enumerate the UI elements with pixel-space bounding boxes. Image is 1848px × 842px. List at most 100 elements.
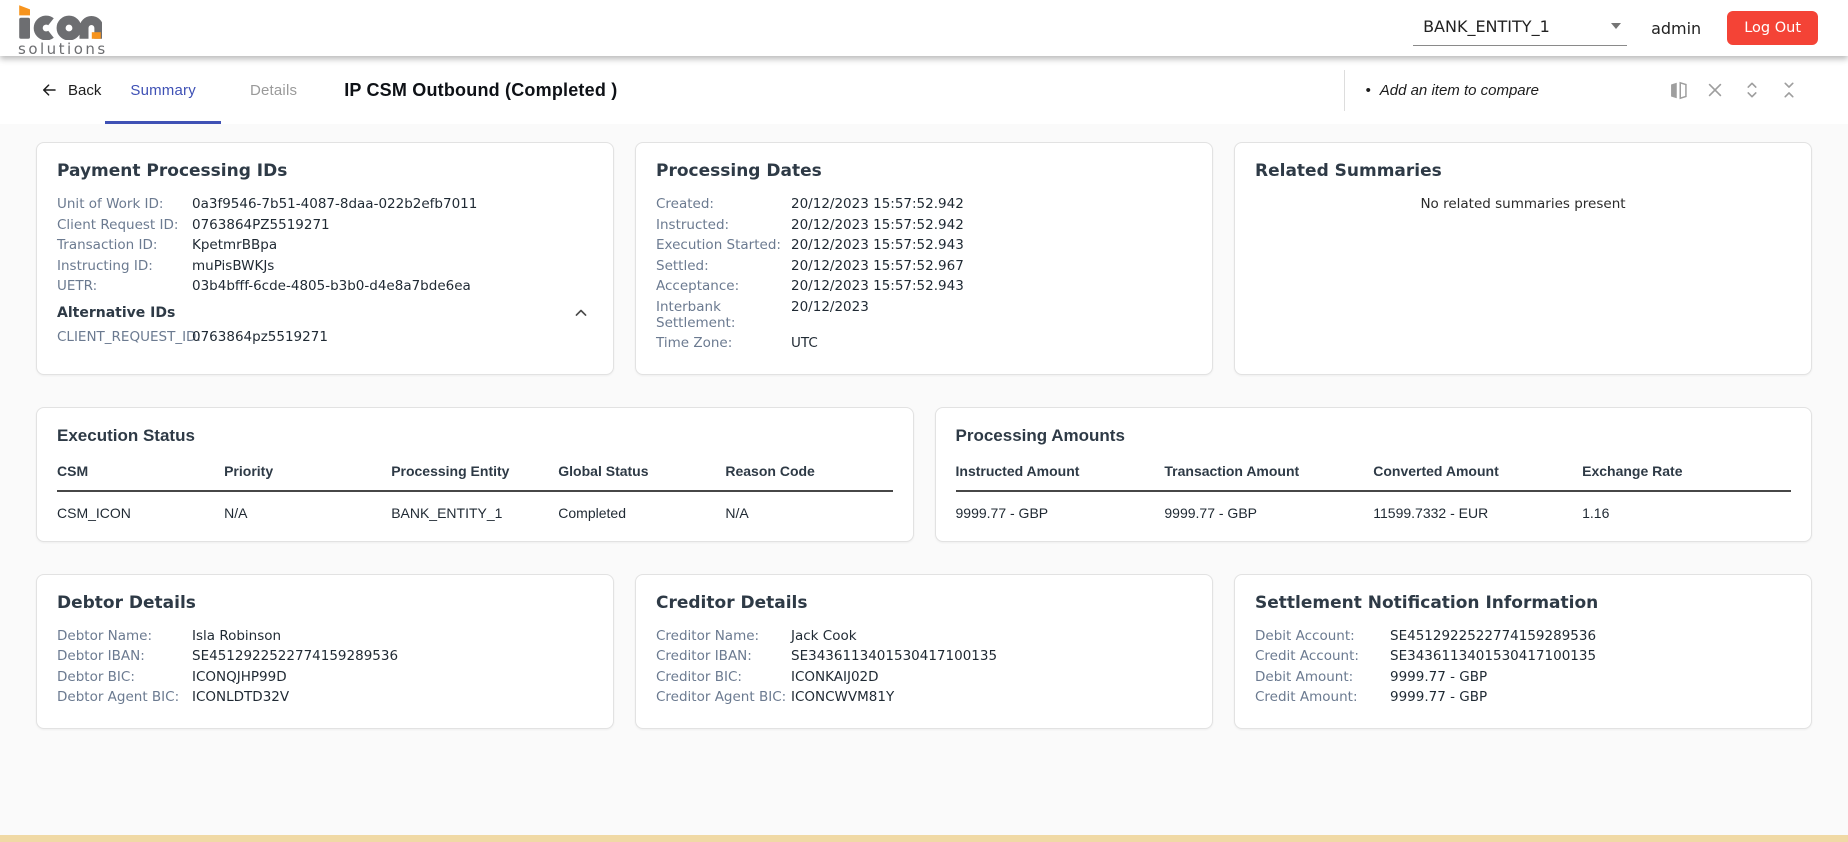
field-value: 9999.77 - GBP — [1390, 689, 1488, 705]
column-header: Transaction Amount — [1164, 460, 1374, 492]
field-row: Creditor Name: Jack Cook — [656, 628, 1192, 644]
compare-icon[interactable] — [1667, 79, 1689, 101]
field-value: 20/12/2023 15:57:52.942 — [791, 216, 964, 233]
card-title: Processing Amounts — [955, 425, 1125, 445]
field-value: 0763864PZ5519271 — [192, 216, 330, 233]
field-row: Instructing ID: muPisBWKJs — [57, 258, 593, 274]
field-value: 9999.77 - GBP — [1390, 668, 1488, 685]
compare-hint-text: Add an item to compare — [1379, 81, 1539, 99]
card-title: Debtor Details — [57, 592, 196, 613]
field-label: Creditor BIC: — [656, 668, 742, 685]
bullet-icon: • — [1365, 81, 1371, 99]
arrow-left-icon — [43, 84, 56, 96]
field-row: Credit Account: SE3436113401530417100135 — [1255, 648, 1791, 664]
bottom-accent-bar — [0, 835, 1848, 842]
card-settlement-notification: Settlement Notification Information Debi… — [1234, 573, 1812, 729]
field-label: Instructing ID: — [57, 257, 153, 274]
card-processing-dates: Processing Dates Created: 20/12/2023 15:… — [635, 142, 1213, 375]
column-header: Reason Code — [725, 460, 893, 492]
field-row: Created: 20/12/2023 15:57:52.942 — [656, 196, 1192, 212]
field-value: 20/12/2023 15:57:52.943 — [791, 278, 964, 294]
table-cell: Completed — [558, 504, 626, 521]
field-row: Client Request ID: 0763864PZ5519271 — [57, 217, 593, 233]
field-row: Instructed: 20/12/2023 15:57:52.942 — [656, 217, 1192, 233]
close-icon[interactable] — [1704, 79, 1726, 101]
field-label: Creditor Agent BIC: — [656, 689, 787, 705]
toolbar: Back Summary Details IP CSM Outbound (Co… — [0, 56, 1848, 124]
processing-amounts-table: Instructed Amount Transaction Amount Con… — [955, 460, 1791, 523]
entity-select[interactable]: BANK_ENTITY_1 — [1413, 11, 1628, 46]
field-row: UETR: 03b4bfff-6cde-4805-b3b0-d4e8a7bde6… — [57, 278, 593, 294]
field-label: Credit Account: — [1255, 648, 1359, 664]
field-label: Debtor Agent BIC: — [57, 689, 180, 705]
tab-details[interactable]: Details — [225, 56, 322, 124]
unfold-more-icon[interactable] — [1741, 79, 1763, 101]
field-value: 20/12/2023 15:57:52.943 — [791, 237, 964, 253]
app-header: solutions BANK_ENTITY_1 admin Log Out — [0, 0, 1848, 56]
card-title: Related Summaries — [1255, 161, 1442, 181]
field-label: Creditor IBAN: — [656, 648, 752, 664]
field-label: Instructed: — [656, 216, 730, 233]
table-cell: BANK_ENTITY_1 — [391, 504, 503, 521]
compare-hint: • Add an item to compare — [1344, 69, 1539, 111]
column-header: CSM — [57, 460, 225, 492]
field-label: Settled: — [656, 257, 709, 274]
user-name: admin — [1651, 18, 1702, 38]
back-button[interactable]: Back — [40, 81, 101, 99]
field-row: Creditor BIC: ICONKAIJ02D — [656, 669, 1192, 685]
table-cell: N/A — [224, 504, 248, 521]
execution-status-table: CSM Priority Processing Entity Global St… — [57, 460, 893, 523]
field-value: SE3436113401530417100135 — [1390, 648, 1597, 664]
field-value: SE4512922522774159289536 — [192, 648, 399, 664]
field-label: Debit Account: — [1255, 627, 1355, 644]
field-value: ICONCWVM81Y — [791, 689, 895, 705]
field-label: UETR: — [57, 278, 98, 294]
field-row: Execution Started: 20/12/2023 15:57:52.9… — [656, 237, 1192, 253]
field-row: Debtor IBAN: SE4512922522774159289536 — [57, 648, 593, 664]
card-debtor-details: Debtor Details Debtor Name: Isla Robinso… — [36, 573, 614, 729]
chevron-up-icon[interactable] — [571, 303, 591, 323]
table-cell: 9999.77 - GBP — [955, 504, 1049, 521]
column-header: Global Status — [558, 460, 726, 492]
field-row: Debtor Agent BIC: ICONLDTD32V — [57, 689, 593, 705]
field-value: 20/12/2023 15:57:52.967 — [791, 257, 964, 274]
field-value: UTC — [791, 335, 818, 351]
field-row: Interbank Settlement: 20/12/2023 — [656, 299, 1192, 331]
field-row: Debtor Name: Isla Robinson — [57, 628, 593, 644]
main-content: Payment Processing IDs Unit of Work ID: … — [0, 124, 1848, 729]
field-row: Creditor Agent BIC: ICONCWVM81Y — [656, 689, 1192, 705]
column-header: Instructed Amount — [955, 460, 1165, 492]
field-row: Debtor BIC: ICONQJHP99D — [57, 669, 593, 685]
card-payment-processing-ids: Payment Processing IDs Unit of Work ID: … — [36, 142, 614, 375]
logout-button[interactable]: Log Out — [1727, 11, 1818, 45]
field-label: Time Zone: — [656, 335, 733, 351]
field-row: Settled: 20/12/2023 15:57:52.967 — [656, 258, 1192, 274]
alternative-ids-title: Alternative IDs — [57, 305, 176, 321]
column-header: Processing Entity — [391, 460, 559, 492]
field-row: Debit Amount: 9999.77 - GBP — [1255, 669, 1791, 685]
unfold-less-icon[interactable] — [1778, 79, 1800, 101]
column-header: Priority — [224, 460, 392, 492]
header-right: BANK_ENTITY_1 admin Log Out — [1413, 11, 1818, 46]
field-value: ICONLDTD32V — [192, 689, 290, 705]
field-label: Acceptance: — [656, 278, 740, 294]
page-title: IP CSM Outbound (Completed ) — [344, 79, 618, 100]
card-title: Settlement Notification Information — [1255, 592, 1599, 613]
table-cell: CSM_ICON — [57, 504, 131, 521]
field-value: 20/12/2023 15:57:52.942 — [791, 196, 964, 212]
field-row: Credit Amount: 9999.77 - GBP — [1255, 689, 1791, 705]
field-label: Transaction ID: — [57, 237, 158, 253]
table-cell: 9999.77 - GBP — [1164, 504, 1257, 521]
field-label: Created: — [656, 196, 714, 212]
field-row: Acceptance: 20/12/2023 15:57:52.943 — [656, 278, 1192, 294]
field-label: Execution Started: — [656, 237, 781, 253]
field-row: Transaction ID: KpetmrBBpa — [57, 237, 593, 253]
field-label: Creditor Name: — [656, 627, 760, 644]
field-label: Debtor Name: — [57, 627, 153, 644]
field-row: CLIENT_REQUEST_ID: 0763864pz5519271 — [57, 329, 593, 345]
tab-summary[interactable]: Summary — [105, 56, 221, 124]
table-cell: 1.16 — [1582, 504, 1610, 521]
field-label: Unit of Work ID: — [57, 196, 164, 212]
field-label: Debit Amount: — [1255, 668, 1354, 685]
card-creditor-details: Creditor Details Creditor Name: Jack Coo… — [635, 573, 1213, 729]
